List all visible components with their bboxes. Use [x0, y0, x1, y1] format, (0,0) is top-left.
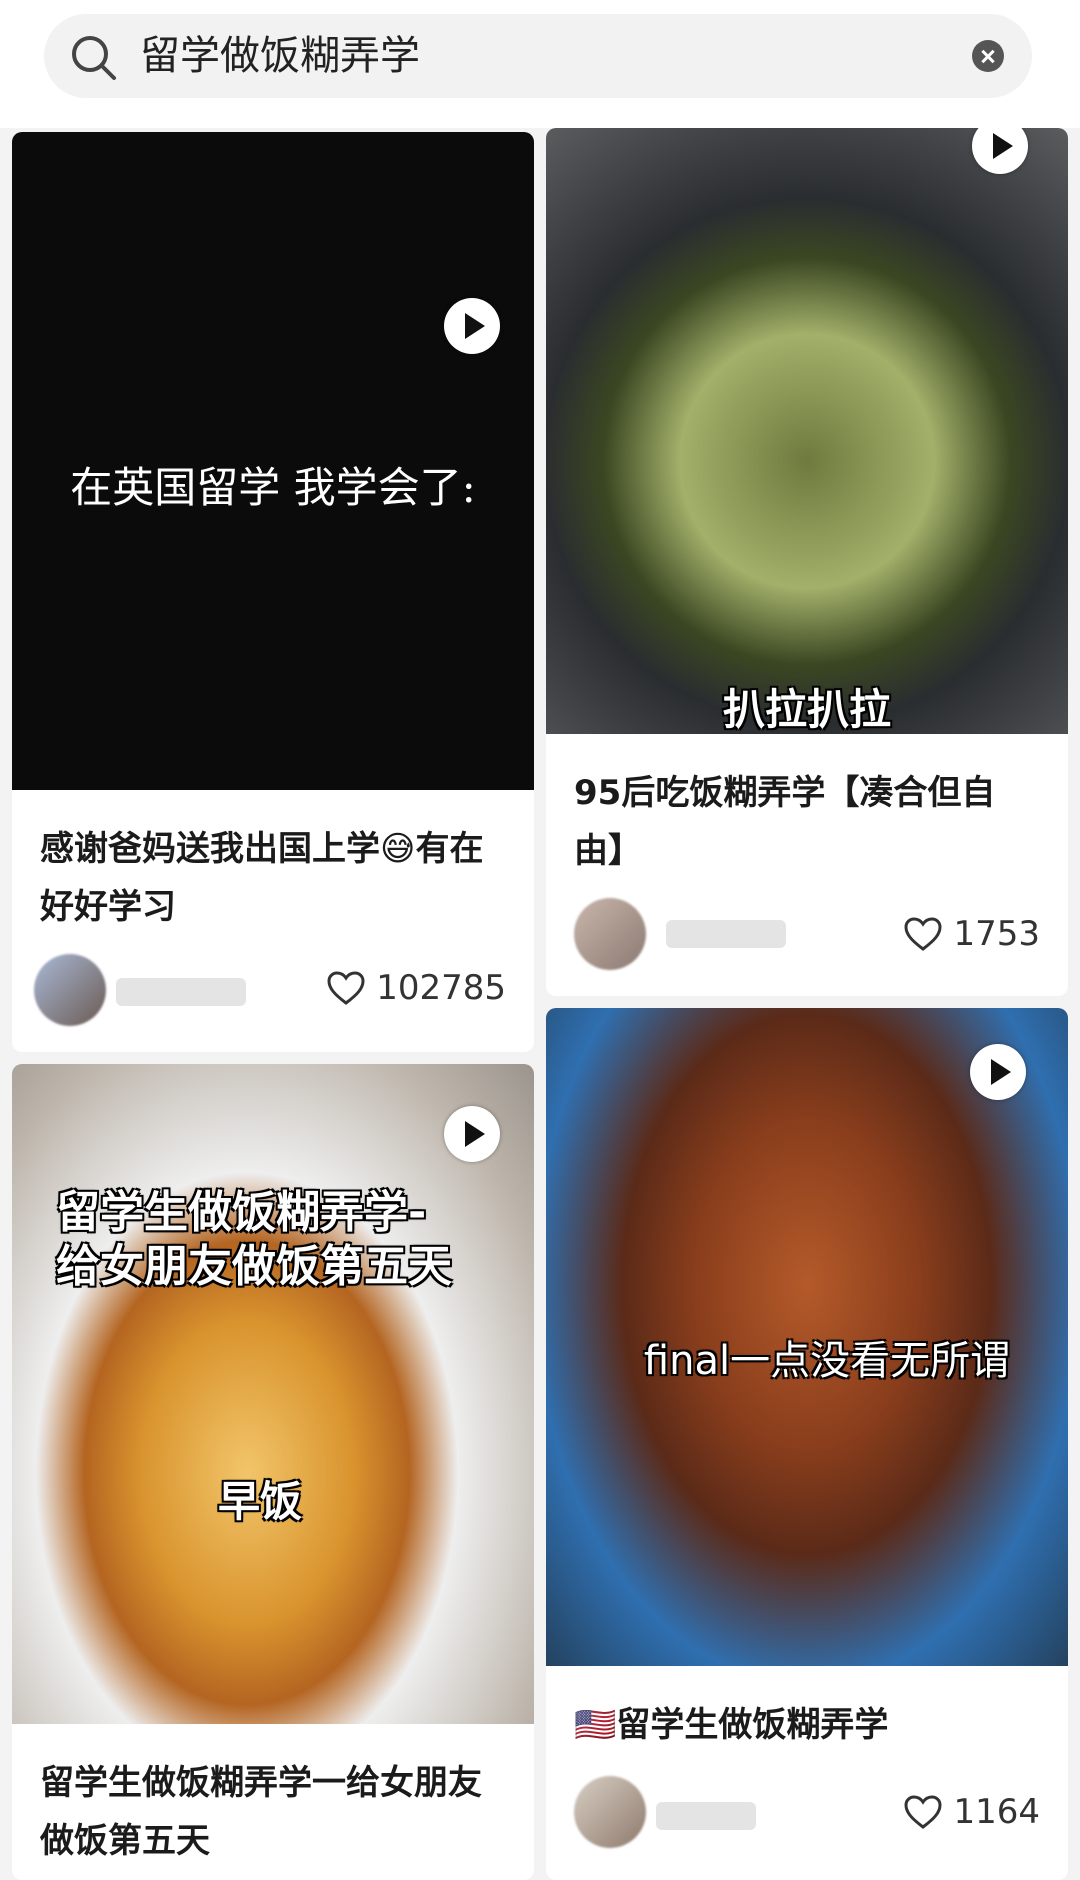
author-name[interactable] — [656, 1802, 756, 1830]
like-count: 1164 — [953, 1792, 1040, 1832]
author-name[interactable] — [116, 978, 246, 1006]
heart-icon — [904, 1795, 942, 1829]
search-input[interactable]: 留学做饭糊弄学 — [44, 14, 1032, 98]
video-thumbnail[interactable]: 扒拉扒拉 — [546, 128, 1068, 734]
play-icon[interactable] — [970, 1044, 1026, 1100]
post-title[interactable]: 感谢爸妈送我出国上学😅有在好好学习 — [40, 820, 510, 936]
avatar[interactable] — [574, 898, 646, 970]
post-title[interactable]: 95后吃饭糊弄学【凑合但自由】 — [574, 764, 1044, 880]
video-thumbnail[interactable]: 留学生做饭糊弄学- 给女朋友做饭第五天 早饭 — [12, 1064, 534, 1724]
like-button[interactable]: 102785 — [326, 968, 506, 1008]
like-button[interactable]: 1753 — [903, 914, 1040, 954]
author-name[interactable] — [666, 920, 786, 948]
heart-icon — [904, 917, 942, 951]
play-icon[interactable] — [972, 128, 1028, 174]
thumbnail-caption: 早饭 — [218, 1477, 303, 1526]
play-icon[interactable] — [444, 298, 500, 354]
thumbnail-caption: 在英国留学 我学会了: — [70, 463, 476, 512]
thumbnail-caption: 扒拉扒拉 — [722, 685, 891, 734]
heart-icon — [327, 971, 365, 1005]
video-thumbnail[interactable]: 在英国留学 我学会了: — [12, 132, 534, 790]
search-icon — [72, 36, 116, 80]
video-thumbnail[interactable]: final一点没看无所谓 — [546, 1008, 1068, 1666]
play-icon[interactable] — [444, 1106, 500, 1162]
search-query: 留学做饭糊弄学 — [140, 33, 420, 79]
feed-card[interactable]: 留学生做饭糊弄学- 给女朋友做饭第五天 早饭 留学生做饭糊弄学一给女朋友做饭第五… — [12, 1064, 534, 1880]
feed-card[interactable]: 在英国留学 我学会了: 感谢爸妈送我出国上学😅有在好好学习 102785 — [12, 132, 534, 1052]
feed-card[interactable]: 扒拉扒拉 95后吃饭糊弄学【凑合但自由】 1753 — [546, 128, 1068, 996]
avatar[interactable] — [574, 1776, 646, 1848]
post-title[interactable]: 🇺🇸留学生做饭糊弄学 — [574, 1696, 1044, 1754]
avatar[interactable] — [34, 954, 106, 1026]
like-count: 102785 — [376, 968, 506, 1008]
search-results-page: 留学做饭糊弄学 在英国留学 我学会了: 感谢爸妈送我出国上学😅有在好好学习 10… — [0, 0, 1080, 1880]
post-title[interactable]: 留学生做饭糊弄学一给女朋友做饭第五天 — [40, 1754, 510, 1870]
like-button[interactable]: 1164 — [903, 1792, 1040, 1832]
feed-card[interactable]: final一点没看无所谓 🇺🇸留学生做饭糊弄学 1164 — [546, 1008, 1068, 1880]
thumbnail-caption: final一点没看无所谓 — [643, 1338, 1011, 1384]
search-header: 留学做饭糊弄学 — [0, 0, 1080, 128]
like-count: 1753 — [953, 914, 1040, 954]
clear-search-icon[interactable] — [972, 40, 1004, 72]
thumbnail-caption: 给女朋友做饭第五天 — [56, 1241, 452, 1292]
